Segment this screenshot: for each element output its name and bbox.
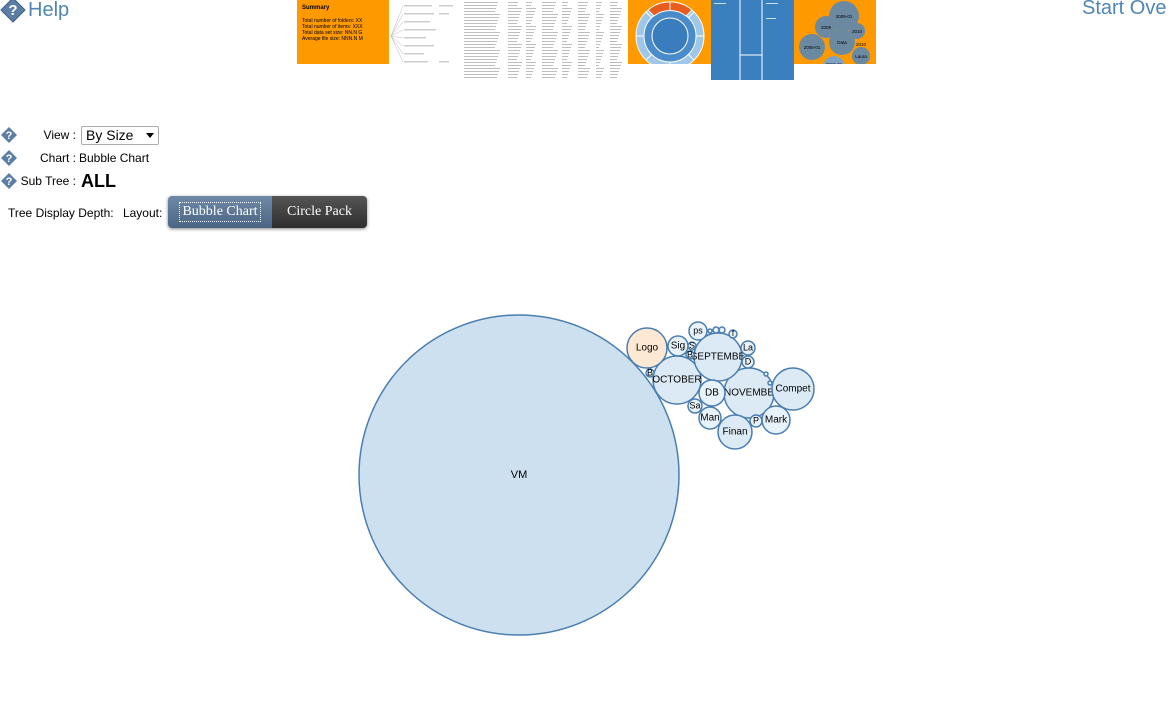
bubble[interactable]	[698, 379, 726, 407]
bubble[interactable]	[767, 380, 773, 386]
bubble-chart: VMOCTOBERNOVEMBESEPTEMBECompetLogoFinanM…	[358, 314, 815, 636]
bubble[interactable]	[728, 329, 738, 339]
bubble[interactable]	[718, 326, 726, 334]
bubble[interactable]	[667, 335, 689, 357]
bubble[interactable]	[698, 406, 722, 430]
bubble[interactable]	[626, 327, 668, 369]
bubble[interactable]	[645, 368, 655, 378]
bubble[interactable]	[749, 414, 763, 428]
bubble[interactable]	[771, 367, 815, 411]
bubble[interactable]	[740, 340, 756, 356]
bubble[interactable]	[687, 341, 697, 351]
bubble[interactable]	[761, 405, 791, 435]
bubble[interactable]	[688, 321, 708, 341]
bubble[interactable]	[763, 371, 769, 377]
bubble[interactable]	[685, 350, 695, 360]
bubble[interactable]	[712, 326, 720, 334]
bubble[interactable]	[717, 414, 753, 450]
bubble[interactable]	[707, 328, 713, 334]
bubble[interactable]	[358, 314, 680, 636]
bubble[interactable]	[687, 398, 703, 414]
bubble[interactable]	[741, 355, 755, 369]
